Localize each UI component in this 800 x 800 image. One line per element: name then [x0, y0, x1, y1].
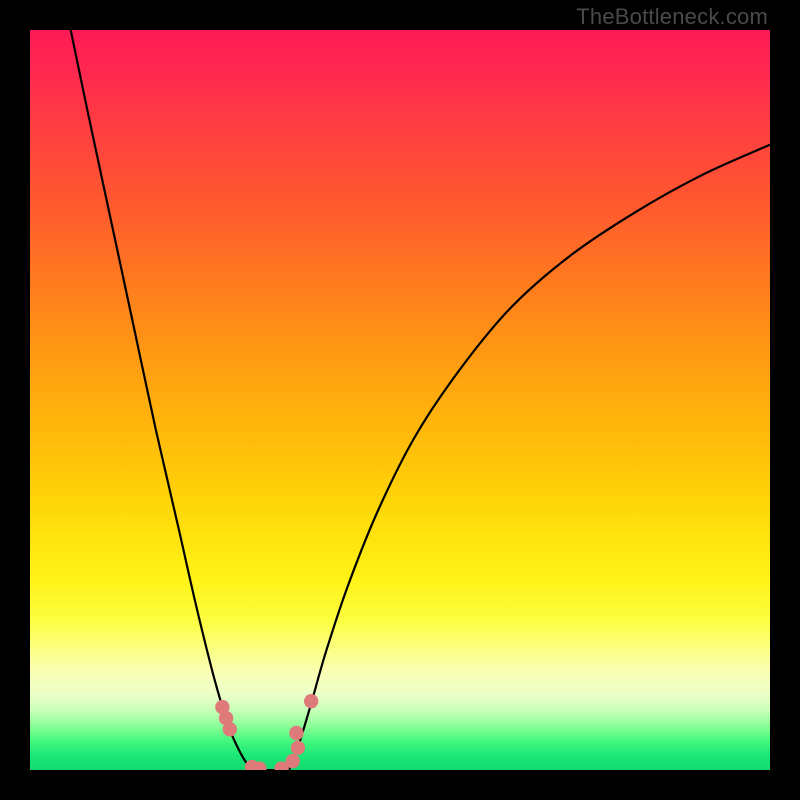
data-marker [286, 754, 300, 768]
series-curve-right [289, 145, 770, 770]
data-marker [289, 726, 303, 740]
data-marker [291, 741, 305, 755]
chart-markers [215, 694, 318, 770]
watermark-text: TheBottleneck.com [576, 4, 768, 30]
plot-area [30, 30, 770, 770]
chart-svg [30, 30, 770, 770]
series-curve-left [71, 30, 252, 770]
data-marker [223, 722, 237, 736]
chart-curves [71, 30, 770, 770]
outer-frame: TheBottleneck.com [0, 0, 800, 800]
data-marker [304, 694, 318, 708]
